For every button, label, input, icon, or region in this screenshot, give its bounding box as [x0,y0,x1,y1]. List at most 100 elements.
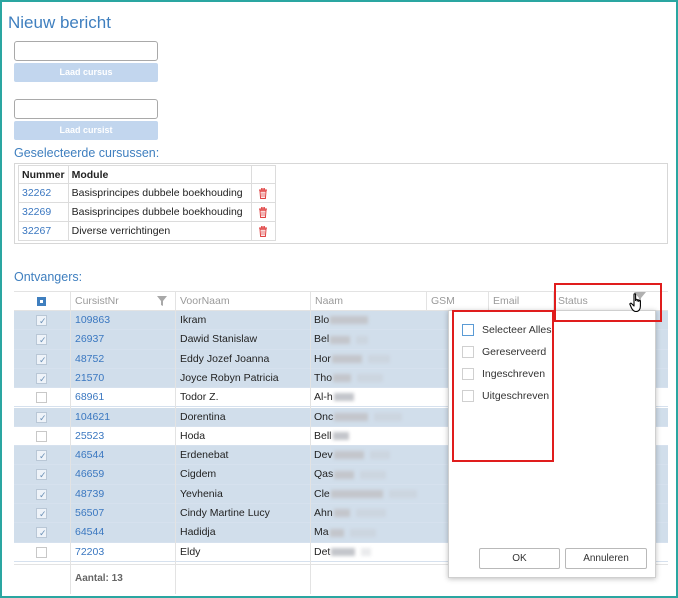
cursist-number[interactable]: 56507 [75,507,104,519]
course-module: Diverse verrichtingen [67,221,252,241]
load-student-button[interactable]: Laad cursist [14,121,158,140]
divider [14,163,668,164]
redacted-text [374,412,403,421]
cursist-number[interactable]: 48752 [75,353,104,365]
filter-icon[interactable] [157,296,167,306]
last-name: Bell [314,430,349,442]
course-module: Basisprincipes dubbele boekhouding [67,202,252,222]
page-title: Nieuw bericht [8,13,111,32]
last-name: Dev [314,449,390,461]
cursist-number[interactable]: 46659 [75,468,104,480]
row-count: Aantal: 13 [75,573,123,584]
last-name-visible: Hor [314,352,331,365]
student-input[interactable] [14,99,158,119]
ok-button[interactable]: OK [479,548,560,569]
redacted-text [357,374,384,383]
cursist-number[interactable]: 46544 [75,449,104,461]
select-all-checkbox[interactable] [37,297,46,306]
column-header-naam[interactable]: Naam [310,292,426,312]
column-header-voornaam[interactable]: VoorNaam [175,292,310,312]
trash-icon [259,187,268,199]
cursist-number[interactable]: 64544 [75,526,104,538]
first-name: Yevhenia [180,487,223,500]
redacted-text [332,432,349,441]
last-name-visible: Bell [314,429,332,442]
column-header-email[interactable]: Email [488,292,553,312]
row-checkbox[interactable]: ✓ [36,353,47,365]
row-checkbox[interactable]: ✓ [36,372,47,384]
load-course-button[interactable]: Laad cursus [14,63,158,82]
row-checkbox[interactable]: ✓ [36,315,47,326]
row-checkbox[interactable] [36,546,47,558]
last-name: Qas [314,468,387,480]
row-checkbox[interactable] [36,430,47,442]
redacted-text [356,335,369,344]
cursist-number[interactable]: 68961 [75,391,104,403]
delete-course-button[interactable] [250,183,276,203]
row-checkbox[interactable]: ✓ [36,334,47,346]
column-header-nummer: Nummer [18,165,69,184]
redacted-text [330,316,369,325]
cursist-number[interactable]: 48739 [75,488,104,500]
check-icon: ✓ [39,451,47,462]
cursist-number[interactable]: 26937 [75,333,104,345]
recipients-title: Ontvangers: [14,270,83,284]
check-icon: ✓ [39,316,47,326]
redacted-text [329,528,344,537]
cancel-button[interactable]: Annuleren [565,548,647,569]
first-name: Hadidja [180,526,216,539]
row-checkbox[interactable]: ✓ [36,411,47,423]
check-icon: ✓ [39,335,47,346]
column-header-cursistnr[interactable]: CursistNr [70,292,175,312]
check-icon: ✓ [39,373,47,384]
row-checkbox[interactable] [36,392,47,404]
course-number[interactable]: 32267 [18,221,69,241]
check-icon: ✓ [39,509,47,519]
last-name: Ma [314,526,376,538]
first-name: Joyce Robyn Patricia [180,371,279,384]
first-name: Cindy Martine Lucy [180,507,270,519]
first-name: Hoda [180,429,206,442]
course-number[interactable]: 32262 [18,183,69,203]
cursist-number[interactable]: 104621 [75,411,110,423]
course-module: Basisprincipes dubbele boekhouding [67,183,252,203]
check-icon: ✓ [39,354,47,365]
cursist-number[interactable]: 25523 [75,430,104,442]
cursist-number[interactable]: 21570 [75,372,104,384]
redacted-text [333,374,352,383]
last-name: Tho [314,372,384,384]
cursist-number[interactable]: 72203 [75,546,104,558]
delete-course-button[interactable] [250,202,276,222]
redacted-text [334,412,369,421]
cursist-number[interactable]: 109863 [75,314,110,326]
delete-course-button[interactable] [250,221,276,241]
row-checkbox[interactable]: ✓ [36,527,47,539]
last-name-visible: Ahn [314,507,333,519]
redacted-text [334,470,355,479]
row-checkbox[interactable]: ✓ [36,508,47,519]
row-checkbox[interactable]: ✓ [36,488,47,500]
table-header-row: Nummer Module [18,165,276,184]
column-header-gsm[interactable]: GSM [426,292,488,312]
check-icon: ✓ [39,470,47,481]
divider [175,311,176,594]
first-name: Eldy [180,545,201,558]
course-input[interactable] [14,41,158,61]
column-header-label: CursistNr [75,295,119,307]
last-name: Cle [314,488,417,500]
check-icon: ✓ [39,412,47,423]
last-name: Blo [314,314,369,326]
trash-icon [259,225,268,237]
last-name-visible: Det [314,545,331,558]
redacted-text [367,354,390,363]
table-row: 32262 Basisprincipes dubbele boekhouding [18,183,276,203]
last-name: Al-h [314,391,354,403]
course-number[interactable]: 32269 [18,202,69,222]
row-checkbox[interactable]: ✓ [36,450,47,462]
last-name-visible: Ma [314,526,329,539]
last-name-visible: Cle [314,487,330,500]
first-name: Ikram [180,314,207,326]
check-icon: ✓ [39,489,47,500]
row-checkbox[interactable]: ✓ [36,469,47,481]
column-header-actions [250,165,276,184]
